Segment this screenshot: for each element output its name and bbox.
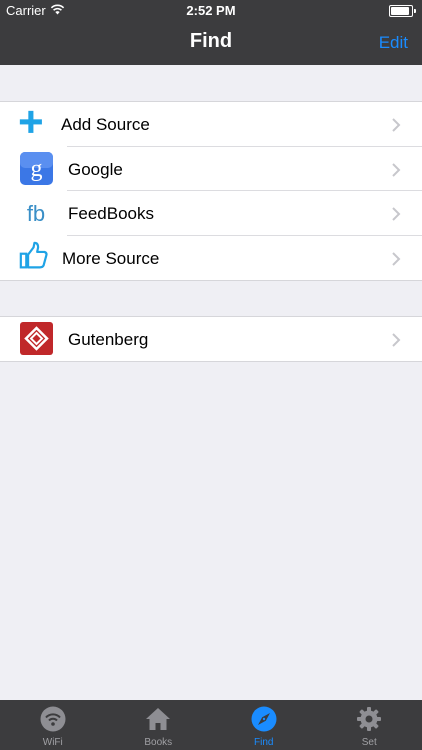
sources-list: Add Source g Google fb FeedBooks More So… [0,101,422,281]
compass-icon [251,706,277,732]
chevron-right-icon [392,118,401,132]
svg-text:g: g [31,156,43,182]
edit-button[interactable]: Edit [379,33,408,53]
gutenberg-icon [20,322,53,355]
row-label: More Source [62,248,160,268]
gear-icon [357,707,382,731]
page-title: Find [189,30,233,52]
wifi-icon [40,706,66,732]
feedbooks-icon: fb [27,201,45,226]
tab-bar: WiFi Books Find Set [0,700,422,750]
row-label: Google [68,159,123,179]
status-bar: Carrier 2:52 PM [0,0,422,22]
tab-find[interactable]: Find [211,700,317,750]
google-icon: g [20,151,53,185]
tab-wifi[interactable]: WiFi [0,700,106,750]
tab-set[interactable]: Set [317,700,422,750]
tab-label: Books [144,737,173,748]
chevron-right-icon [392,251,401,266]
google-row[interactable]: g Google [0,147,422,191]
battery-icon [389,5,416,17]
tab-label: Set [361,737,377,748]
chevron-right-icon [392,162,401,177]
tab-label: Find [254,737,274,748]
plus-icon [19,110,42,133]
row-label: FeedBooks [68,204,154,223]
feedbooks-row[interactable]: fb FeedBooks [0,191,422,236]
top-bar: Carrier 2:52 PM Find Edit [0,0,422,65]
add-source-row[interactable]: Add Source [0,102,422,147]
home-icon [146,708,171,730]
find-screen: Carrier 2:52 PM Find Edit Add Source g G… [0,0,422,750]
gutenberg-row[interactable]: Gutenberg [0,317,422,361]
tab-books[interactable]: Books [106,700,212,750]
thumbs-up-icon [19,241,48,268]
tab-label: WiFi [42,737,63,748]
svg-text:fb: fb [27,201,45,226]
chevron-right-icon [392,207,401,221]
status-time: 2:52 PM [186,3,236,18]
chevron-right-icon [392,333,401,347]
catalogs-list: Gutenberg [0,316,422,362]
row-label: Gutenberg [68,330,149,349]
row-label: Add Source [61,115,150,134]
more-source-row[interactable]: More Source [0,236,422,281]
